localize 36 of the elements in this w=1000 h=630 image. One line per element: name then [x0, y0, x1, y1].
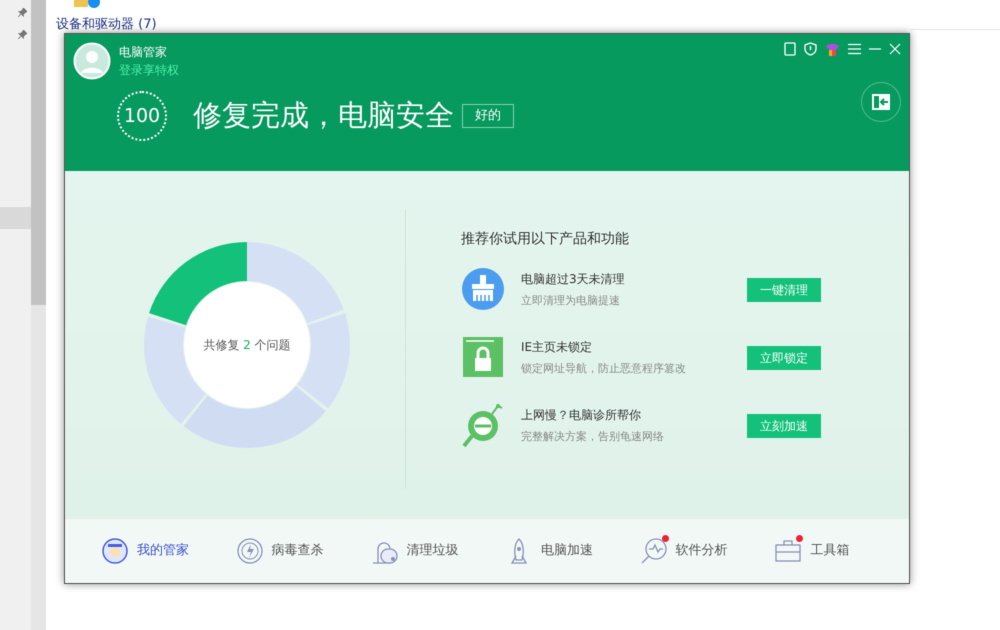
broom-icon: [461, 268, 505, 312]
magnifier-pulse-icon: [640, 537, 668, 565]
status-title: 修复完成，电脑安全: [193, 97, 454, 134]
recommendation-description: 锁定网址导航，防止恶意程序篡改: [521, 361, 687, 378]
app-name: 电脑管家: [119, 44, 168, 61]
scrollbar-thumb[interactable]: [31, 0, 46, 305]
avatar-icon[interactable]: [73, 42, 111, 80]
close-icon[interactable]: [889, 43, 901, 55]
exit-icon: [871, 93, 891, 111]
nav-tab[interactable]: 电脑加速: [505, 537, 640, 565]
nav-tab[interactable]: 清理垃圾: [370, 537, 506, 565]
nav-tab[interactable]: 病毒查杀: [236, 537, 370, 565]
lock-window-icon: [461, 336, 505, 380]
pin-icon: [18, 30, 27, 39]
nav-tab[interactable]: 工具箱: [774, 537, 910, 565]
group-heading[interactable]: 设备和驱动器 (7): [56, 18, 157, 32]
summary-text: 共修复 2 个问题: [202, 337, 292, 354]
menu-icon[interactable]: [848, 43, 861, 55]
nav-tab[interactable]: 我的管家: [101, 537, 236, 565]
recommendation-title: 电脑超过3天未清理: [521, 271, 626, 288]
score-dial: 100: [117, 91, 167, 141]
folder-icon: [74, 0, 100, 8]
lightning-shield-icon: [236, 537, 264, 565]
recommendation-description: 完整解决方案，告别龟速网络: [521, 429, 665, 446]
shirt-icon[interactable]: [825, 42, 840, 56]
recommendation-title: IE主页未锁定: [521, 339, 594, 356]
shield-icon[interactable]: [804, 42, 817, 56]
exit-button[interactable]: [861, 82, 901, 122]
pin-icon: [18, 8, 27, 17]
nav-tab[interactable]: 软件分析: [640, 537, 774, 565]
phone-icon[interactable]: [784, 42, 796, 56]
recommendation-description: 立即清理为电脑提速: [521, 293, 621, 310]
section-title: 推荐你试用以下产品和功能: [461, 230, 630, 249]
status-badge: 好的: [462, 104, 514, 128]
butler-icon: [101, 537, 129, 565]
recommendation-title: 上网慢？电脑诊所帮你: [521, 407, 642, 424]
